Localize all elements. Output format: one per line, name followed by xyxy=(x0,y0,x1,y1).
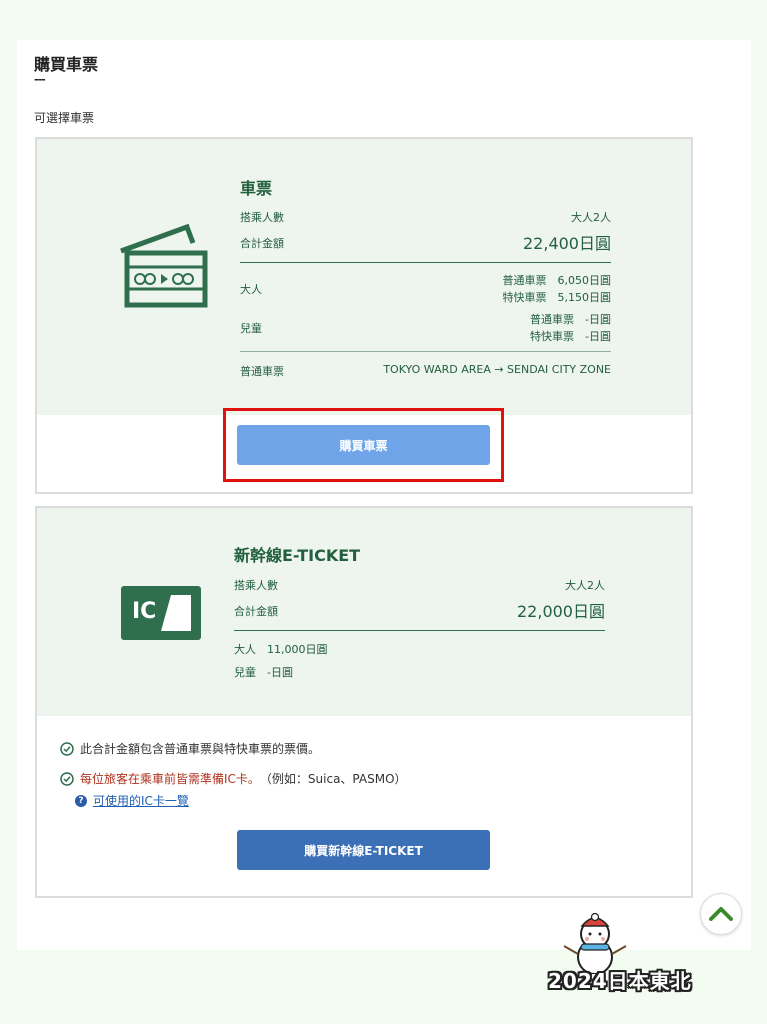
adult-regular-price: 普通車票 6,050日圓 xyxy=(502,274,612,287)
child-label: 兒童 xyxy=(240,322,262,335)
child-regular-price: 普通車票 -日圓 xyxy=(530,313,611,326)
total-label: 合計金額 xyxy=(240,237,284,250)
purchase-page: 購買車票 --- 可選擇車票 車票 搭乘人數 大人2人 合計金額 22,400日… xyxy=(17,40,751,950)
eticket-card-summary: IC 新幹線E-TICKET 搭乘人數 大人2人 合計金額 22,000日圓 大… xyxy=(37,508,691,716)
passengers-value: 大人2人 xyxy=(571,211,611,224)
adult-label: 大人 xyxy=(240,283,262,296)
adult-express-price: 特快車票 5,150日圓 xyxy=(502,291,612,304)
ticket-title: 車票 xyxy=(240,179,273,198)
ticket-card: 車票 搭乘人數 大人2人 合計金額 22,400日圓 大人 普通車票 6,050… xyxy=(35,137,693,494)
eticket-total-value: 22,000日圓 xyxy=(517,602,605,621)
ticket-card-summary: 車票 搭乘人數 大人2人 合計金額 22,400日圓 大人 普通車票 6,050… xyxy=(37,139,691,415)
ic-card-list-link-text: 可使用的IC卡一覽 xyxy=(93,794,189,808)
page-title: 購買車票 xyxy=(34,55,99,74)
note-ic-required: 每位旅客在乘車前皆需準備IC卡。 （例如：Suica、PASMO） xyxy=(60,770,407,787)
chevron-up-icon xyxy=(709,907,733,921)
note-text: 此合計金額包含普通車票與特快車票的票價。 xyxy=(80,742,321,756)
buy-eticket-button[interactable]: 購買新幹線E-TICKET xyxy=(237,830,490,870)
watermark-text: 2024日本東北 xyxy=(548,969,692,993)
divider xyxy=(240,262,611,263)
route-value: TOKYO WARD AREA → SENDAI CITY ZONE xyxy=(383,363,611,376)
eticket-adult-price: 大人 11,000日圓 xyxy=(234,643,328,656)
divider xyxy=(234,630,605,631)
ic-card-icon: IC xyxy=(121,586,201,640)
eticket-total-label: 合計金額 xyxy=(234,605,278,618)
ic-card-icon-text: IC xyxy=(132,599,157,624)
ic-card-list-link[interactable]: ? 可使用的IC卡一覽 xyxy=(75,792,189,809)
eticket-passengers-value: 大人2人 xyxy=(565,579,605,592)
passengers-label: 搭乘人數 xyxy=(240,211,284,224)
eticket-title: 新幹線E-TICKET xyxy=(234,546,361,565)
note-total-includes: 此合計金額包含普通車票與特快車票的票價。 xyxy=(60,740,320,757)
title-decoration: --- xyxy=(34,73,46,86)
note-text-warning: 每位旅客在乘車前皆需準備IC卡。 xyxy=(80,772,260,786)
ticket-icon xyxy=(120,223,208,308)
scroll-to-top-button[interactable] xyxy=(700,893,742,935)
child-express-price: 特快車票 -日圓 xyxy=(530,330,611,343)
question-icon: ? xyxy=(75,794,87,807)
eticket-passengers-label: 搭乘人數 xyxy=(234,579,278,592)
eticket-child-price: 兒童 -日圓 xyxy=(234,666,293,679)
divider xyxy=(240,351,611,352)
total-value: 22,400日圓 xyxy=(523,234,611,253)
note-text-example: （例如：Suica、PASMO） xyxy=(259,772,407,786)
route-label: 普通車票 xyxy=(240,365,284,378)
check-circle-icon xyxy=(60,771,74,786)
buy-ticket-button[interactable]: 購買車票 xyxy=(237,425,490,465)
page-subtitle: 可選擇車票 xyxy=(34,111,95,125)
check-circle-icon xyxy=(60,741,74,756)
